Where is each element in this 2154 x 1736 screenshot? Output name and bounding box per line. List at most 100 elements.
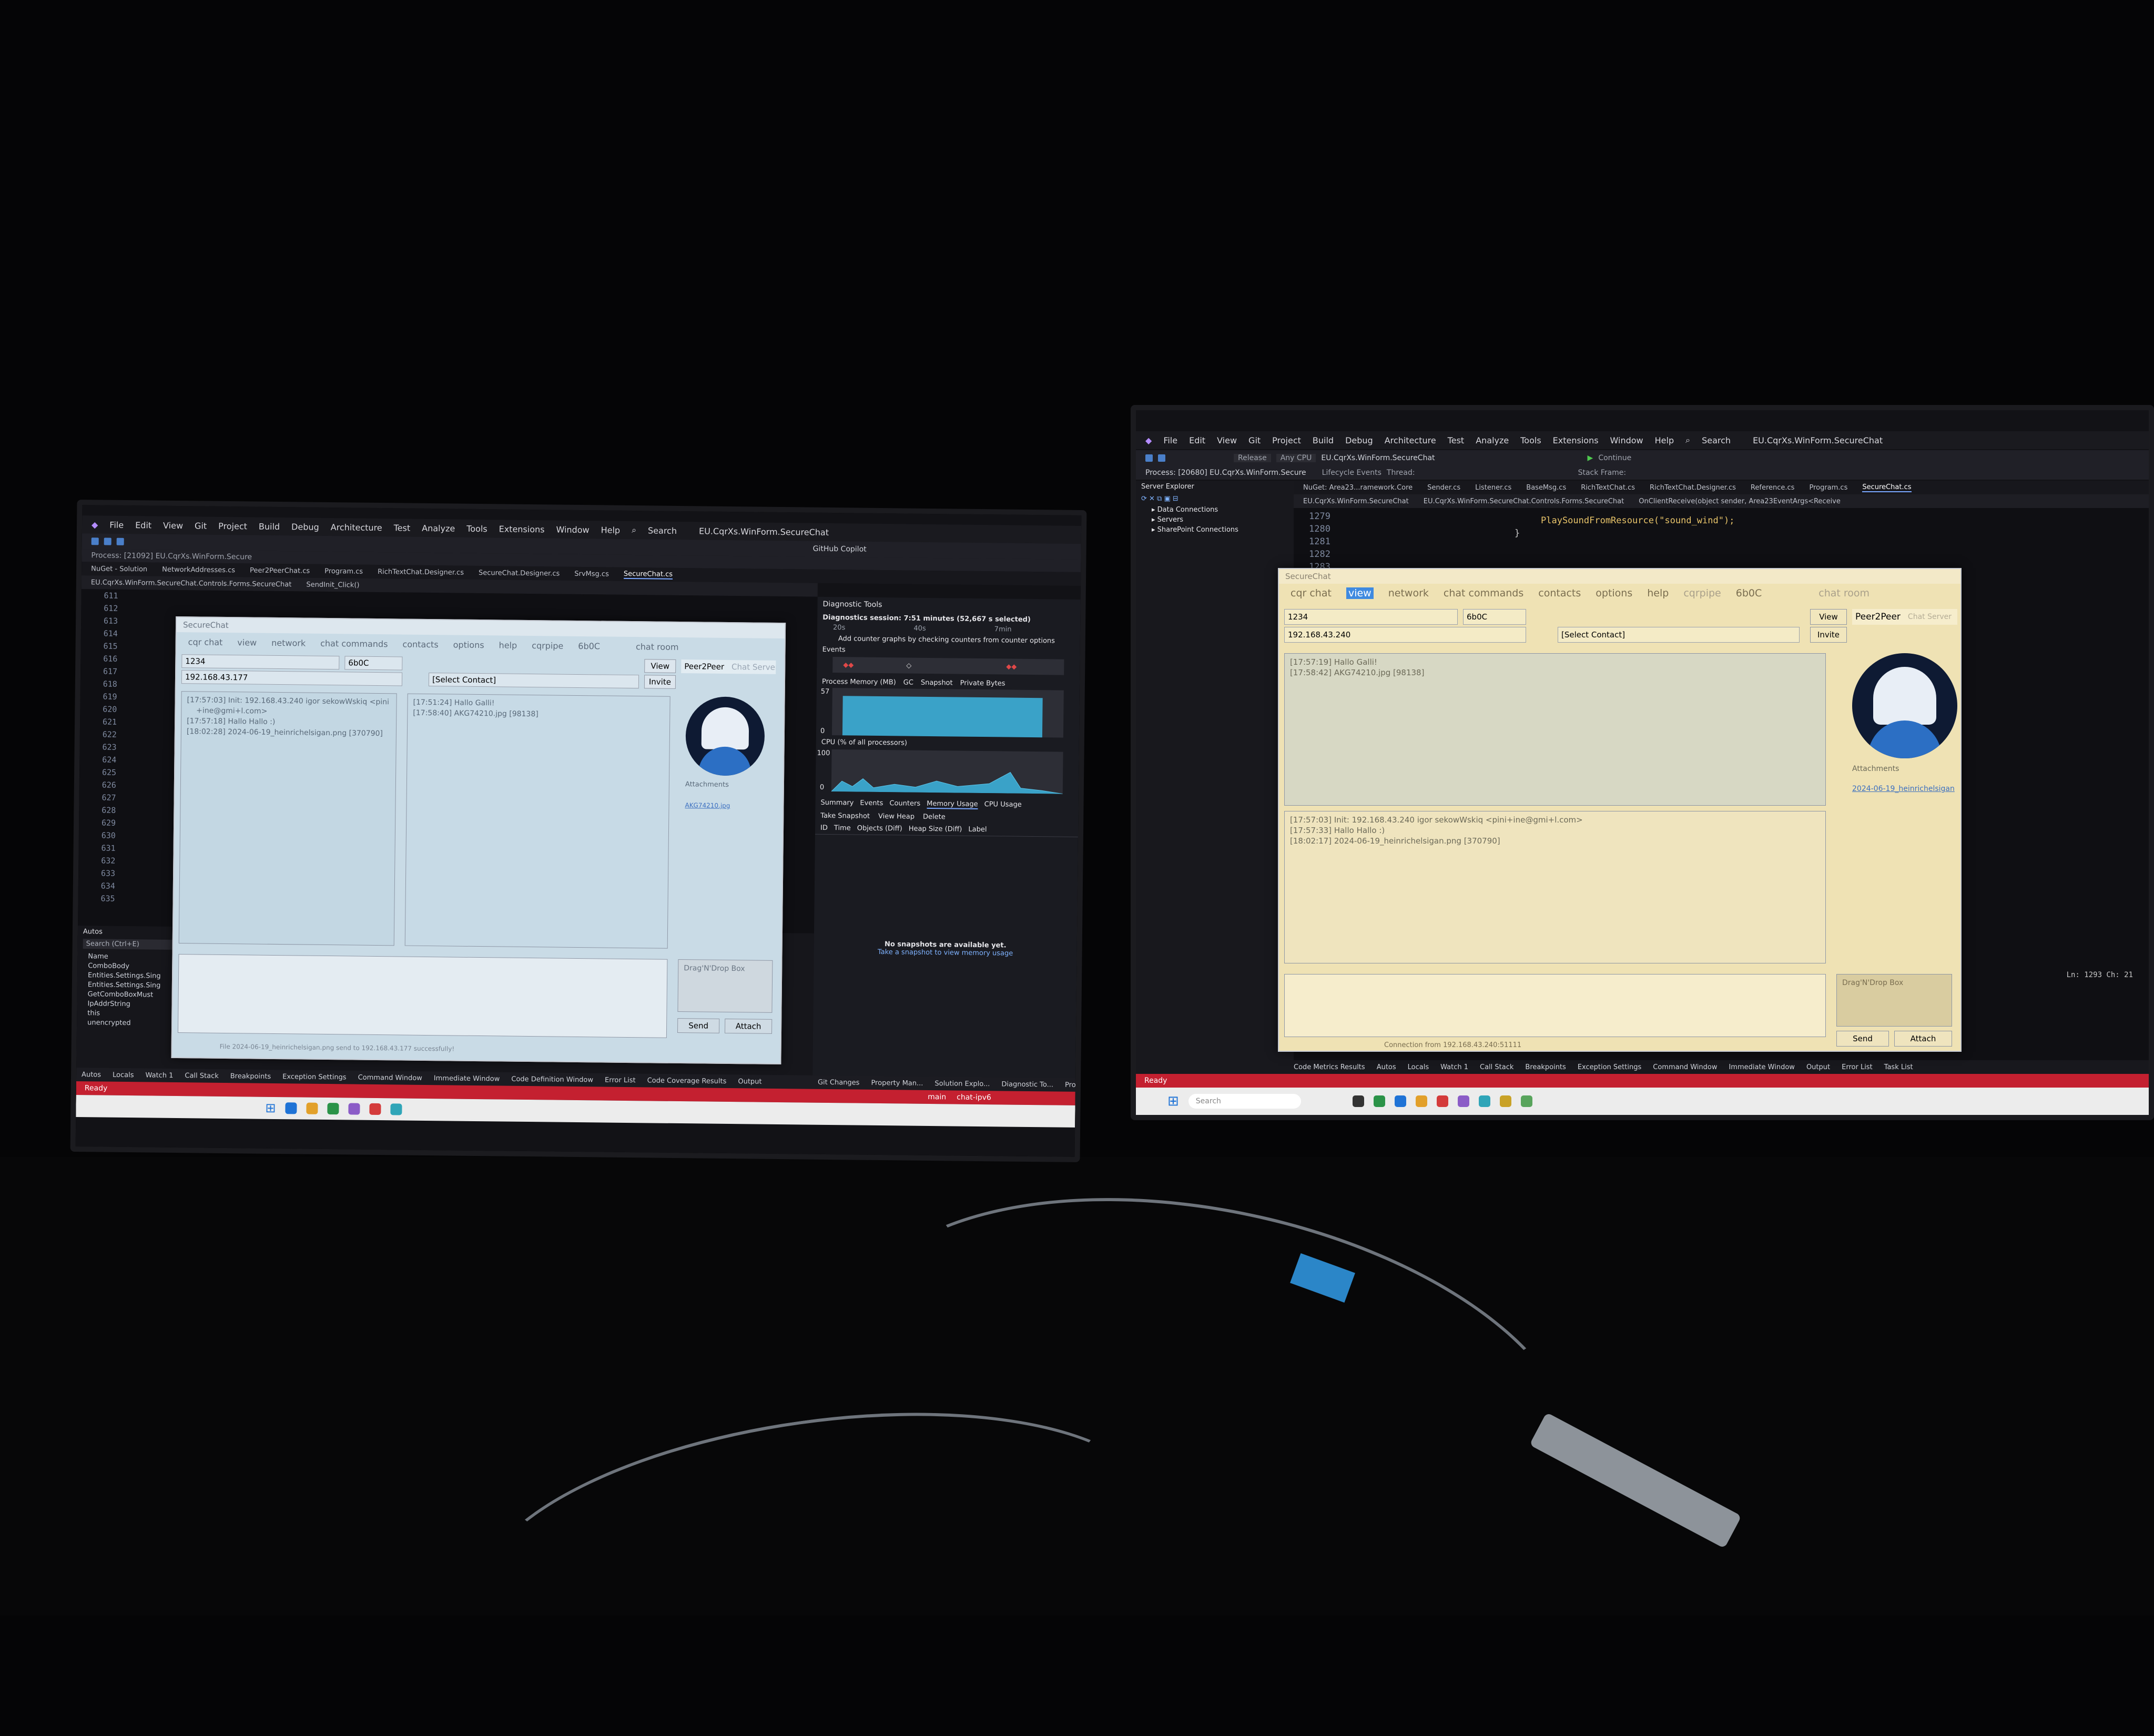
menu-architecture[interactable]: Architecture [1385, 435, 1436, 445]
contact-select[interactable]: [Select Contact] [1558, 627, 1800, 643]
taskbar-app-icon[interactable] [1394, 1095, 1406, 1107]
menu-network[interactable]: network [1388, 587, 1429, 599]
taskbar-app-icon[interactable] [306, 1102, 318, 1114]
taskbar-app-icon[interactable] [348, 1103, 360, 1115]
start-icon[interactable]: ⊞ [265, 1101, 276, 1115]
nav-class-dropdown[interactable]: EU.CqrXs.WinForm.SecureChat.Controls.For… [1424, 498, 1624, 505]
view-button[interactable]: View [1810, 609, 1847, 625]
taskbar-app-icon[interactable] [1457, 1095, 1469, 1107]
col-heap[interactable]: Heap Size (Diff) [909, 825, 962, 834]
menu-window[interactable]: Window [1610, 435, 1643, 445]
send-button[interactable]: Send [1836, 1031, 1889, 1047]
menu-file[interactable]: File [109, 520, 124, 530]
bottom-tab[interactable]: Breakpoints [230, 1072, 271, 1081]
bottom-tab[interactable]: Output [1806, 1063, 1830, 1071]
menu-architecture[interactable]: Architecture [331, 522, 382, 533]
tab-sender[interactable]: Sender.cs [1427, 484, 1460, 492]
tab-richtextchat[interactable]: RichTextChat.cs [1581, 484, 1635, 492]
back-icon[interactable] [91, 537, 99, 545]
chat-log-right[interactable]: [17:51:24] Hallo Galli! [17:58:40] AKG74… [404, 693, 670, 949]
tab-program[interactable]: Program.cs [1809, 484, 1847, 492]
menu-chat-room[interactable]: chat room [1818, 587, 1869, 599]
col-time[interactable]: Time [834, 824, 851, 832]
tab-program[interactable]: Program.cs [324, 567, 363, 575]
tab-richtextchat-designer[interactable]: RichTextChat.Designer.cs [1650, 484, 1736, 492]
invite-button[interactable]: Invite [1810, 627, 1847, 643]
tab-peer2peerchat[interactable]: Peer2PeerChat.cs [250, 566, 310, 575]
tab-reference[interactable]: Reference.cs [1751, 484, 1795, 492]
bottom-tab[interactable]: Code Coverage Results [647, 1077, 727, 1085]
process-selector[interactable]: Process: [21092] EU.CqrXs.WinForm.Secure [91, 551, 252, 561]
delete-button[interactable]: Delete [923, 813, 946, 821]
tab-memory-usage[interactable]: Memory Usage [927, 799, 978, 809]
search-icon[interactable]: ⌕ [632, 525, 636, 535]
tab-counters[interactable]: Counters [889, 799, 920, 809]
bottom-tab[interactable]: Code Definition Window [511, 1075, 593, 1084]
bottom-tab[interactable]: Error List [1842, 1063, 1873, 1071]
lifecycle-events[interactable]: Lifecycle Events [1322, 469, 1381, 477]
menu-chat-commands[interactable]: chat commands [320, 638, 388, 648]
taskbar-app-icon[interactable] [1415, 1095, 1427, 1107]
menu-git[interactable]: Git [195, 521, 207, 531]
bottom-tab[interactable]: Output [738, 1078, 761, 1085]
col-id[interactable]: ID [820, 824, 828, 832]
start-icon[interactable]: ⊞ [1167, 1093, 1179, 1109]
platform-dropdown[interactable]: Any CPU [1276, 454, 1316, 462]
server-item-servers[interactable]: ▸ Servers [1136, 515, 1294, 525]
nav-class-dropdown[interactable]: EU.CqrXs.WinForm.SecureChat.Controls.For… [91, 578, 292, 588]
bottom-tab[interactable]: Autos [1377, 1063, 1396, 1071]
server-item-data-connections[interactable]: ▸ Data Connections [1136, 505, 1294, 515]
menu-help[interactable]: Help [1655, 435, 1674, 445]
menu-view[interactable]: view [237, 637, 257, 647]
bottom-tab[interactable]: Immediate Window [434, 1074, 500, 1083]
menu-analyze[interactable]: Analyze [422, 523, 455, 533]
chat-server-label[interactable]: Chat Server [1908, 613, 1952, 621]
tab-securechat[interactable]: SecureChat.cs [1862, 483, 1912, 492]
bottom-tab[interactable]: Locals [113, 1071, 134, 1079]
save-icon[interactable] [1158, 454, 1165, 462]
bottom-tab[interactable]: Autos [82, 1071, 101, 1079]
tab-events[interactable]: Events [860, 799, 883, 808]
tab-diagnostic-tools[interactable]: Diagnostic To... [1001, 1080, 1053, 1089]
menu-contacts[interactable]: contacts [1538, 587, 1581, 599]
tab-srvmsg[interactable]: SrvMsg.cs [574, 570, 609, 578]
menu-window[interactable]: Window [556, 524, 589, 535]
save-icon[interactable] [104, 537, 111, 545]
attachment-link[interactable]: 2024-06-19_heinrichelsigan [1852, 785, 1955, 793]
chat-server-label[interactable]: Chat Server [731, 662, 776, 672]
address-field[interactable]: 192.168.43.177 [181, 670, 403, 686]
bottom-tab[interactable]: Locals [1408, 1063, 1429, 1071]
taskbar-app-icon[interactable] [1478, 1095, 1490, 1107]
menu-options[interactable]: options [1596, 587, 1632, 599]
menu-view[interactable]: view [1346, 587, 1374, 599]
taskbar-app-icon[interactable] [327, 1103, 339, 1115]
copilot-label[interactable]: GitHub Copilot [813, 545, 867, 554]
contact-select[interactable]: [Select Contact] [428, 673, 639, 689]
view-heap-button[interactable]: View Heap [878, 813, 915, 821]
config-dropdown[interactable]: Release [1234, 454, 1271, 462]
branch-indicator[interactable]: main [928, 1093, 946, 1101]
send-button[interactable]: Send [677, 1018, 720, 1033]
invite-button[interactable]: Invite [644, 675, 676, 689]
peer2peer-tab[interactable]: Peer2Peer Chat Server [681, 659, 776, 674]
bottom-tab[interactable]: Immediate Window [1729, 1063, 1794, 1071]
tab-property-manager[interactable]: Property Man... [871, 1079, 923, 1087]
col-objects[interactable]: Objects (Diff) [857, 825, 902, 833]
continue-button[interactable]: Continue [1598, 454, 1631, 462]
tab-nuget-solution[interactable]: NuGet - Solution [91, 565, 147, 573]
menu-file[interactable]: File [1163, 435, 1177, 445]
taskbar-app-icon[interactable] [1373, 1095, 1385, 1107]
menu-cqrpipe[interactable]: cqrpipe [532, 641, 563, 651]
menu-git[interactable]: Git [1248, 435, 1261, 445]
nav-project-dropdown[interactable]: EU.CqrXs.WinForm.SecureChat [1303, 498, 1409, 505]
bottom-tab[interactable]: Breakpoints [1525, 1063, 1566, 1071]
nav-member-dropdown[interactable]: OnClientReceive(object sender, Area23Eve… [1639, 498, 1841, 505]
menu-analyze[interactable]: Analyze [1476, 435, 1509, 445]
drop-box[interactable]: Drag'N'Drop Box [677, 959, 773, 1013]
bottom-tab[interactable]: Exception Settings [1578, 1063, 1641, 1071]
bottom-tab[interactable]: Task List [1884, 1063, 1913, 1071]
tab-securechat[interactable]: SecureChat.cs [623, 570, 673, 580]
attach-button[interactable]: Attach [724, 1018, 773, 1034]
key-field[interactable]: 1234 [181, 654, 340, 670]
bottom-tab[interactable]: Call Stack [1480, 1063, 1513, 1071]
